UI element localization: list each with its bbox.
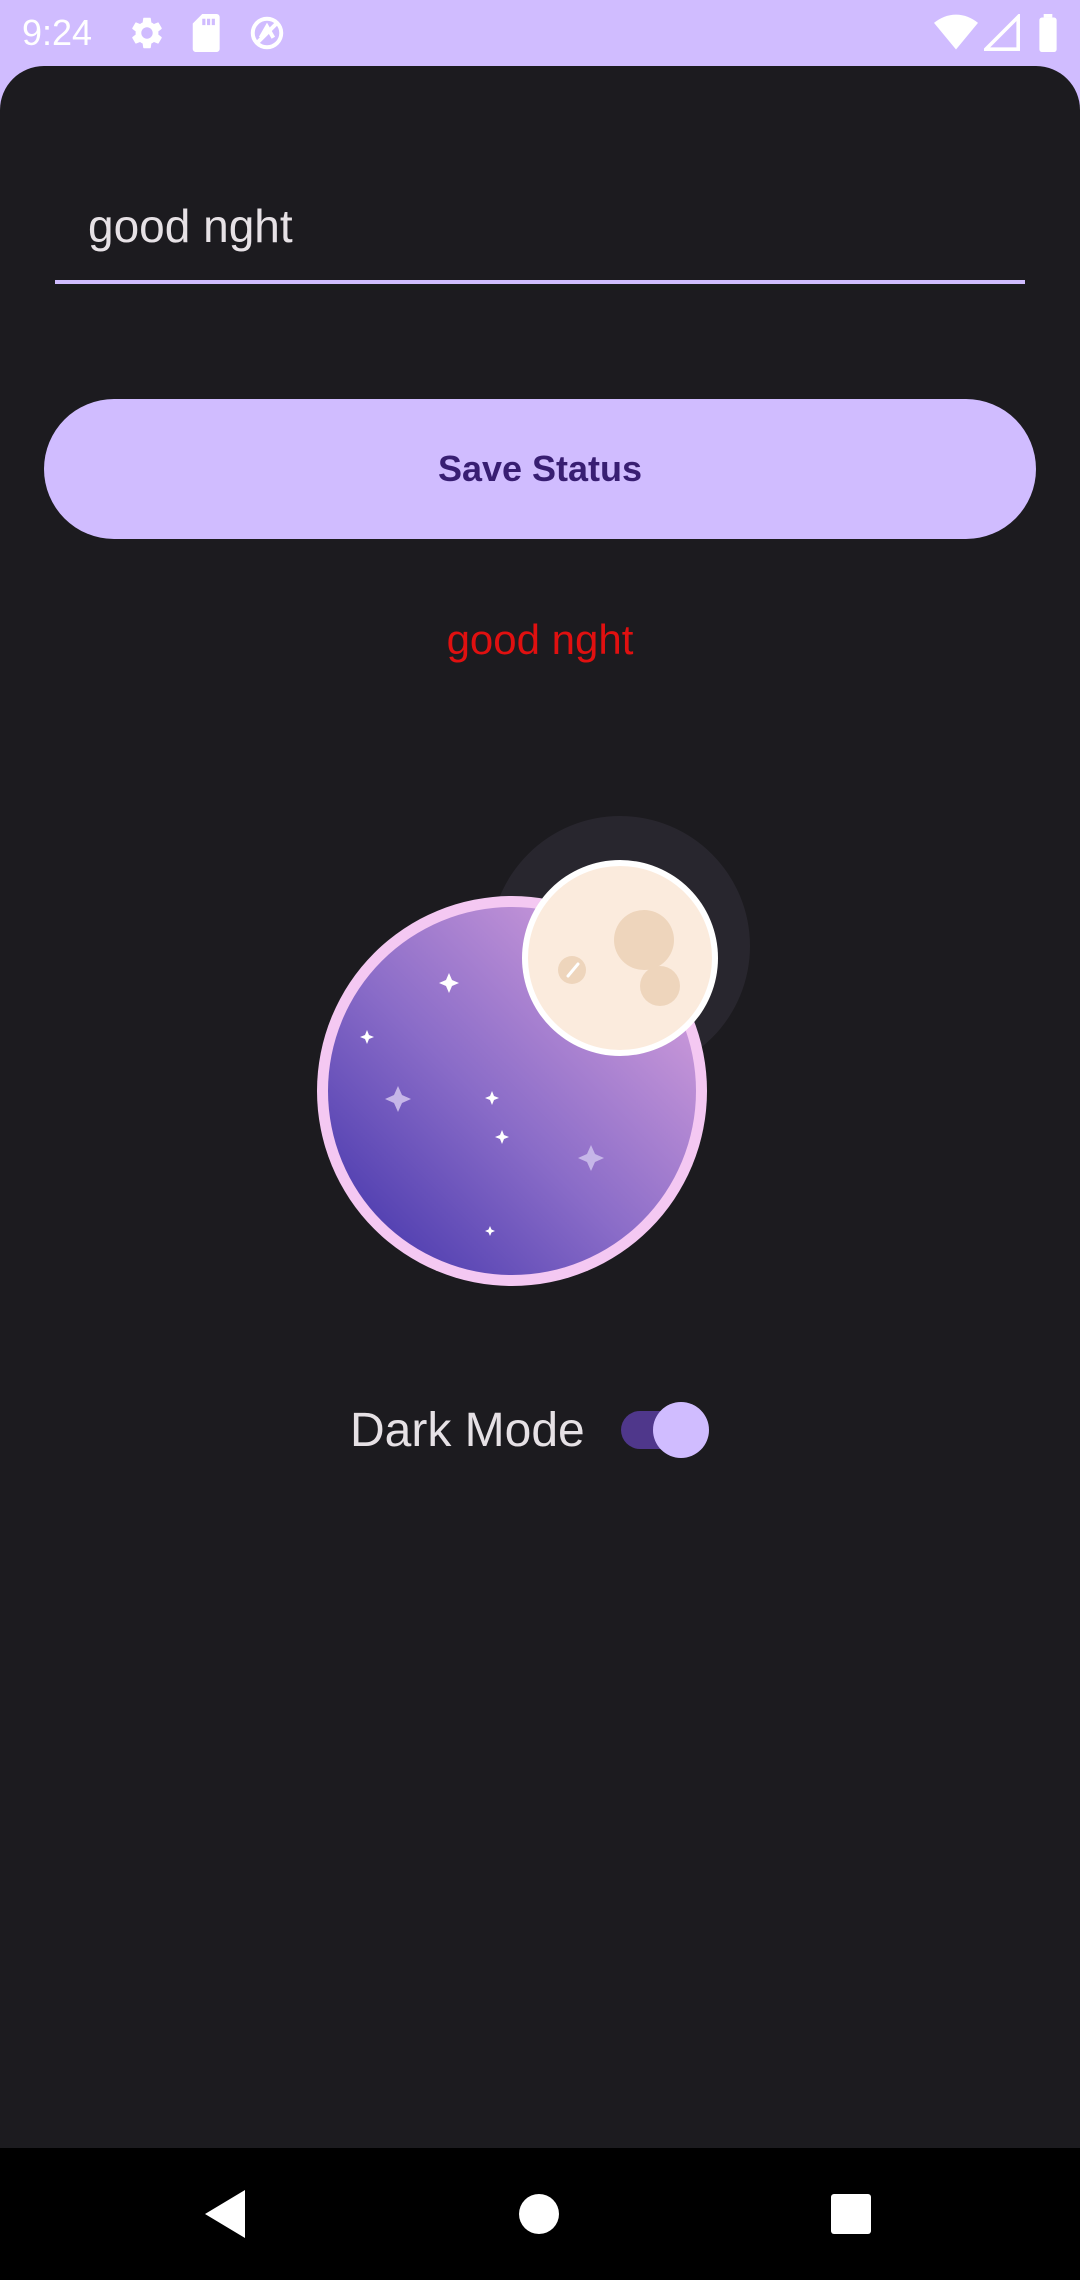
battery-icon xyxy=(1036,14,1060,57)
status-display-text: good nght xyxy=(446,616,634,663)
screen: 9:24 good nght Save Status good nght Dar… xyxy=(0,0,1080,2280)
dark-mode-label: Dark Mode xyxy=(350,1403,585,1457)
home-button[interactable] xyxy=(494,2148,584,2280)
dark-mode-row: Dark Mode xyxy=(350,1390,709,1470)
back-icon xyxy=(205,2190,245,2238)
save-status-button[interactable]: Save Status xyxy=(44,399,1036,539)
back-button[interactable] xyxy=(180,2148,270,2280)
sd-card-icon xyxy=(190,14,224,57)
app-body: Save Status good nght xyxy=(0,66,1080,2148)
status-bar: 9:24 xyxy=(0,0,1080,66)
settings-icon xyxy=(128,14,166,57)
night-illustration xyxy=(300,766,780,1326)
status-time: 9:24 xyxy=(22,12,93,53)
wifi-icon xyxy=(934,14,978,57)
vpn-icon xyxy=(248,14,286,57)
dark-mode-switch[interactable] xyxy=(617,1402,709,1458)
status-input[interactable] xyxy=(88,196,988,256)
home-icon xyxy=(519,2194,559,2234)
status-text-field[interactable] xyxy=(55,176,1025,284)
recents-button[interactable] xyxy=(806,2148,896,2280)
navigation-bar xyxy=(0,2148,1080,2280)
cell-signal-icon xyxy=(981,12,1020,57)
recents-icon xyxy=(831,2194,871,2234)
switch-thumb[interactable] xyxy=(652,1402,709,1458)
